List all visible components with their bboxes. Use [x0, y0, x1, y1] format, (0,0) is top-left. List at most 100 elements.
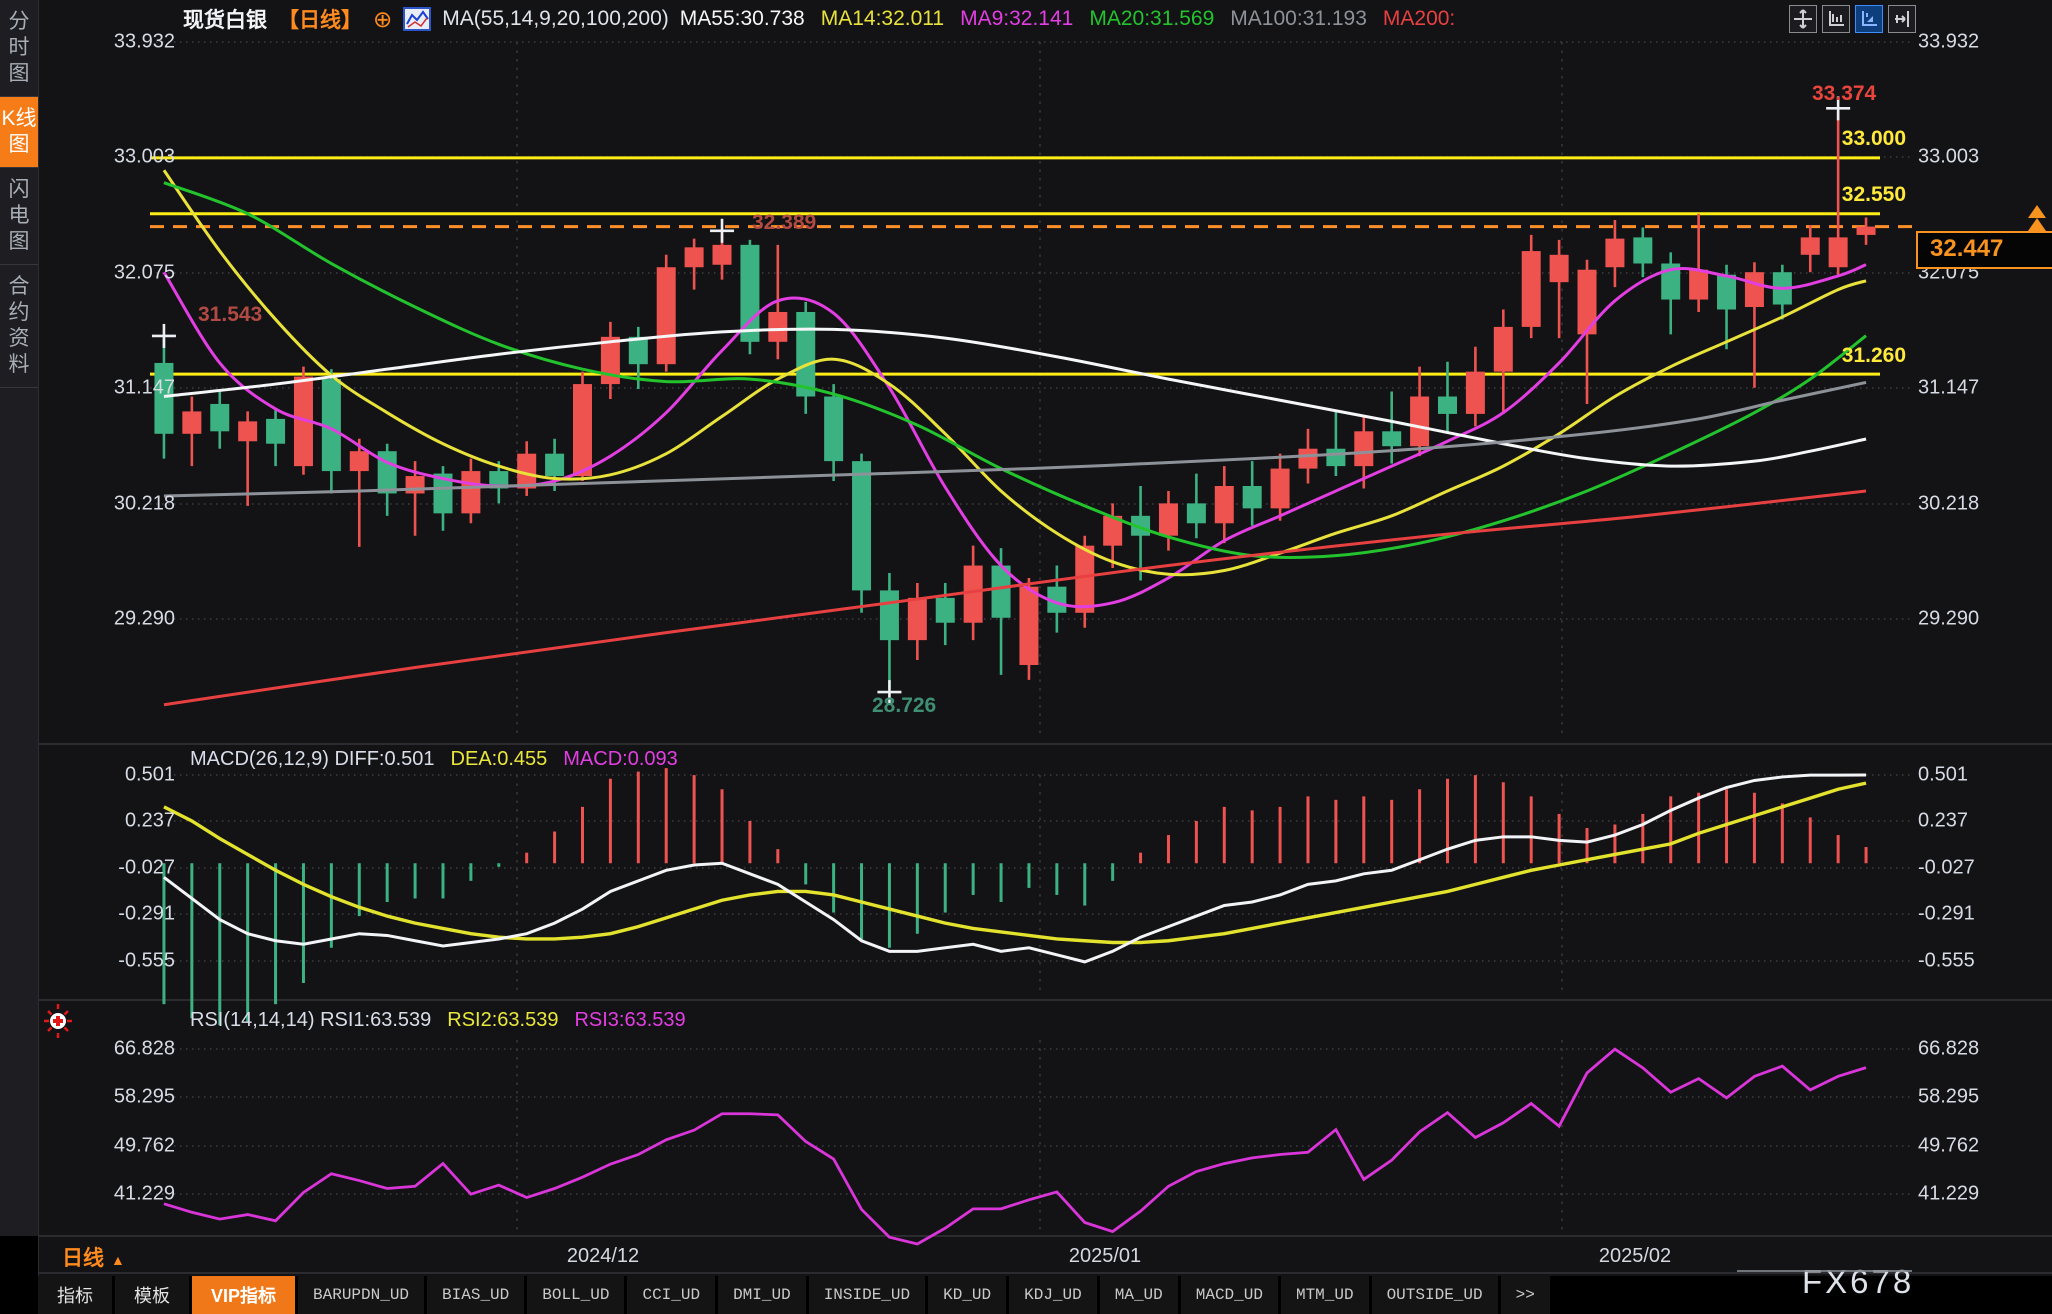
watermark-line — [1737, 1270, 1912, 1272]
price-axis-label: 33.932 — [1918, 31, 1979, 54]
macd-axis-label: -0.027 — [1918, 857, 1975, 880]
price-axis-label: 33.003 — [1918, 146, 1979, 169]
axis-right-scale-icon[interactable] — [1888, 5, 1916, 33]
caret-up-icon: ▲ — [111, 1252, 125, 1268]
chart-canvas[interactable] — [0, 0, 2052, 1314]
symbol-title: 现货白银 — [183, 4, 267, 34]
macd-axis-label: -0.555 — [60, 950, 175, 973]
rsi-legend-item: RSI2:63.539 — [447, 1009, 558, 1032]
macd-legend-item: MACD:0.093 — [563, 748, 678, 771]
watermark: FX678 — [1802, 1263, 1914, 1301]
ma-line-ma9 — [164, 265, 1866, 607]
date-axis-label: 2025/02 — [1599, 1245, 1671, 1268]
price-arrow-icon — [2028, 205, 2046, 218]
price-axis-label: 30.218 — [1918, 493, 1979, 516]
price-axis-label: 30.218 — [60, 493, 175, 516]
ma-legend-item: MA100:31.193 — [1230, 7, 1367, 31]
indicator-tab[interactable]: MTM_UD — [1281, 1276, 1369, 1314]
price-annotation: 31.543 — [198, 303, 262, 327]
chart-header: 现货白银 【日线】 ⊕ MA(55,14,9,20,100,200) MA55:… — [183, 5, 1455, 33]
ma-group-label: MA(55,14,9,20,100,200) — [442, 7, 669, 31]
trading-app: 分时图K线图闪电图合约资料 现货白银 【日线】 ⊕ MA(55,14,9,20,… — [0, 0, 2052, 1314]
macd-axis-label: -0.027 — [60, 857, 175, 880]
indicator-tab[interactable]: BARUPDN_UD — [298, 1276, 424, 1314]
live-indicator-icon — [44, 1004, 72, 1038]
ma-legend: MA55:30.738 MA14:32.011 MA9:32.141 MA20:31.… — [680, 7, 1455, 31]
rsi-axis-label: 66.828 — [1918, 1038, 1979, 1061]
rsi-axis-label: 58.295 — [60, 1086, 175, 1109]
price-axis-label: 31.147 — [1918, 377, 1979, 400]
date-axis-label: 2024/12 — [567, 1245, 639, 1268]
ma-legend-item: MA55:30.738 — [680, 7, 805, 31]
sidebar-item[interactable]: 闪电图 — [0, 168, 38, 265]
macd-axis-label: 0.237 — [1918, 810, 1968, 833]
macd-axis-label: 0.501 — [1918, 764, 1968, 787]
axis-auto-scale-icon[interactable] — [1855, 5, 1883, 33]
rsi-axis-label: 58.295 — [1918, 1086, 1979, 1109]
price-annotation: 33.000 — [1842, 127, 1906, 151]
macd-dea-line — [164, 783, 1866, 942]
date-axis-label: 2025/01 — [1069, 1245, 1141, 1268]
indicator-tab[interactable]: BOLL_UD — [527, 1276, 624, 1314]
indicator-tab[interactable]: KD_UD — [928, 1276, 1006, 1314]
rsi-header: RSI(14,14,14) RSI1:63.539RSI2:63.539RSI3… — [190, 1009, 686, 1032]
price-axis-label: 31.147 — [60, 377, 175, 400]
price-axis-label: 33.932 — [60, 31, 175, 54]
add-overlay-icon[interactable]: ⊕ — [373, 8, 392, 30]
price-axis-label: 33.003 — [60, 146, 175, 169]
rsi-axis-label: 66.828 — [60, 1038, 175, 1061]
price-axis-label: 29.290 — [1918, 608, 1979, 631]
rsi-axis-label: 49.762 — [60, 1135, 175, 1158]
axis-left-scale-icon[interactable] — [1822, 5, 1850, 33]
ma-legend-item: MA200: — [1383, 7, 1455, 31]
macd-axis-label: 0.237 — [60, 810, 175, 833]
macd-axis-label: -0.291 — [1918, 903, 1975, 926]
ma-line-ma14 — [164, 170, 1866, 574]
rsi-legend-item: RSI(14,14,14) RSI1:63.539 — [190, 1009, 431, 1032]
indicator-tab[interactable]: OUTSIDE_UD — [1372, 1276, 1498, 1314]
price-annotation: 31.260 — [1842, 344, 1906, 368]
indicator-tab[interactable]: MACD_UD — [1181, 1276, 1278, 1314]
price-annotation: 32.550 — [1842, 183, 1906, 207]
sidebar-item[interactable]: 分时图 — [0, 0, 38, 97]
price-annotation: 33.374 — [1812, 82, 1876, 106]
indicator-tab[interactable]: VIP指标 — [192, 1276, 295, 1314]
indicator-tab[interactable]: MA_UD — [1100, 1276, 1178, 1314]
indicator-tab[interactable]: >> — [1501, 1276, 1550, 1314]
macd-legend-item: DEA:0.455 — [451, 748, 548, 771]
indicator-tab[interactable]: DMI_UD — [718, 1276, 806, 1314]
price-arrow-icon — [2028, 218, 2046, 231]
macd-legend-item: MACD(26,12,9) DIFF:0.501 — [190, 748, 435, 771]
chart-style-icon[interactable] — [403, 7, 431, 31]
indicator-tabbar: 指标模板VIP指标BARUPDN_UDBIAS_UDBOLL_UDCCI_UDD… — [38, 1276, 2052, 1314]
period-selector[interactable]: 日线 ▲ — [62, 1242, 125, 1272]
ma-line-ma200 — [164, 491, 1866, 705]
price-annotation: 32.389 — [752, 211, 816, 235]
period-label: 日线 — [62, 1247, 104, 1270]
pan-tool-icon[interactable] — [1789, 5, 1817, 33]
ma-legend-item: MA20:31.569 — [1089, 7, 1214, 31]
indicator-tab[interactable]: BIAS_UD — [427, 1276, 524, 1314]
rsi-axis-label: 41.229 — [1918, 1183, 1979, 1206]
current-price-box: 32.447 — [1916, 231, 2052, 269]
indicator-tab[interactable]: 指标 — [38, 1276, 112, 1314]
indicator-tab[interactable]: KDJ_UD — [1009, 1276, 1097, 1314]
price-axis-label: 29.290 — [60, 608, 175, 631]
sidebar-item[interactable]: 合约资料 — [0, 265, 38, 388]
indicator-tab[interactable]: 模板 — [115, 1276, 189, 1314]
price-axis-label: 32.075 — [60, 262, 175, 285]
macd-header: MACD(26,12,9) DIFF:0.501 DEA:0.455 MACD:0.… — [190, 748, 678, 771]
period-badge: 【日线】 — [278, 4, 362, 34]
sidebar-item[interactable]: K线图 — [0, 97, 38, 168]
rsi-axis-label: 49.762 — [1918, 1135, 1979, 1158]
sidebar: 分时图K线图闪电图合约资料 — [0, 0, 39, 1314]
sidebar-bottom-mask — [0, 1236, 38, 1314]
macd-axis-label: -0.555 — [1918, 950, 1975, 973]
indicator-tab[interactable]: INSIDE_UD — [809, 1276, 925, 1314]
macd-axis-label: -0.291 — [60, 903, 175, 926]
ma-legend-item: MA14:32.011 — [821, 7, 944, 31]
macd-axis-label: 0.501 — [60, 764, 175, 787]
chart-toolbar — [1789, 5, 1916, 33]
ma-legend-item: MA9:32.141 — [960, 7, 1073, 31]
indicator-tab[interactable]: CCI_UD — [627, 1276, 715, 1314]
